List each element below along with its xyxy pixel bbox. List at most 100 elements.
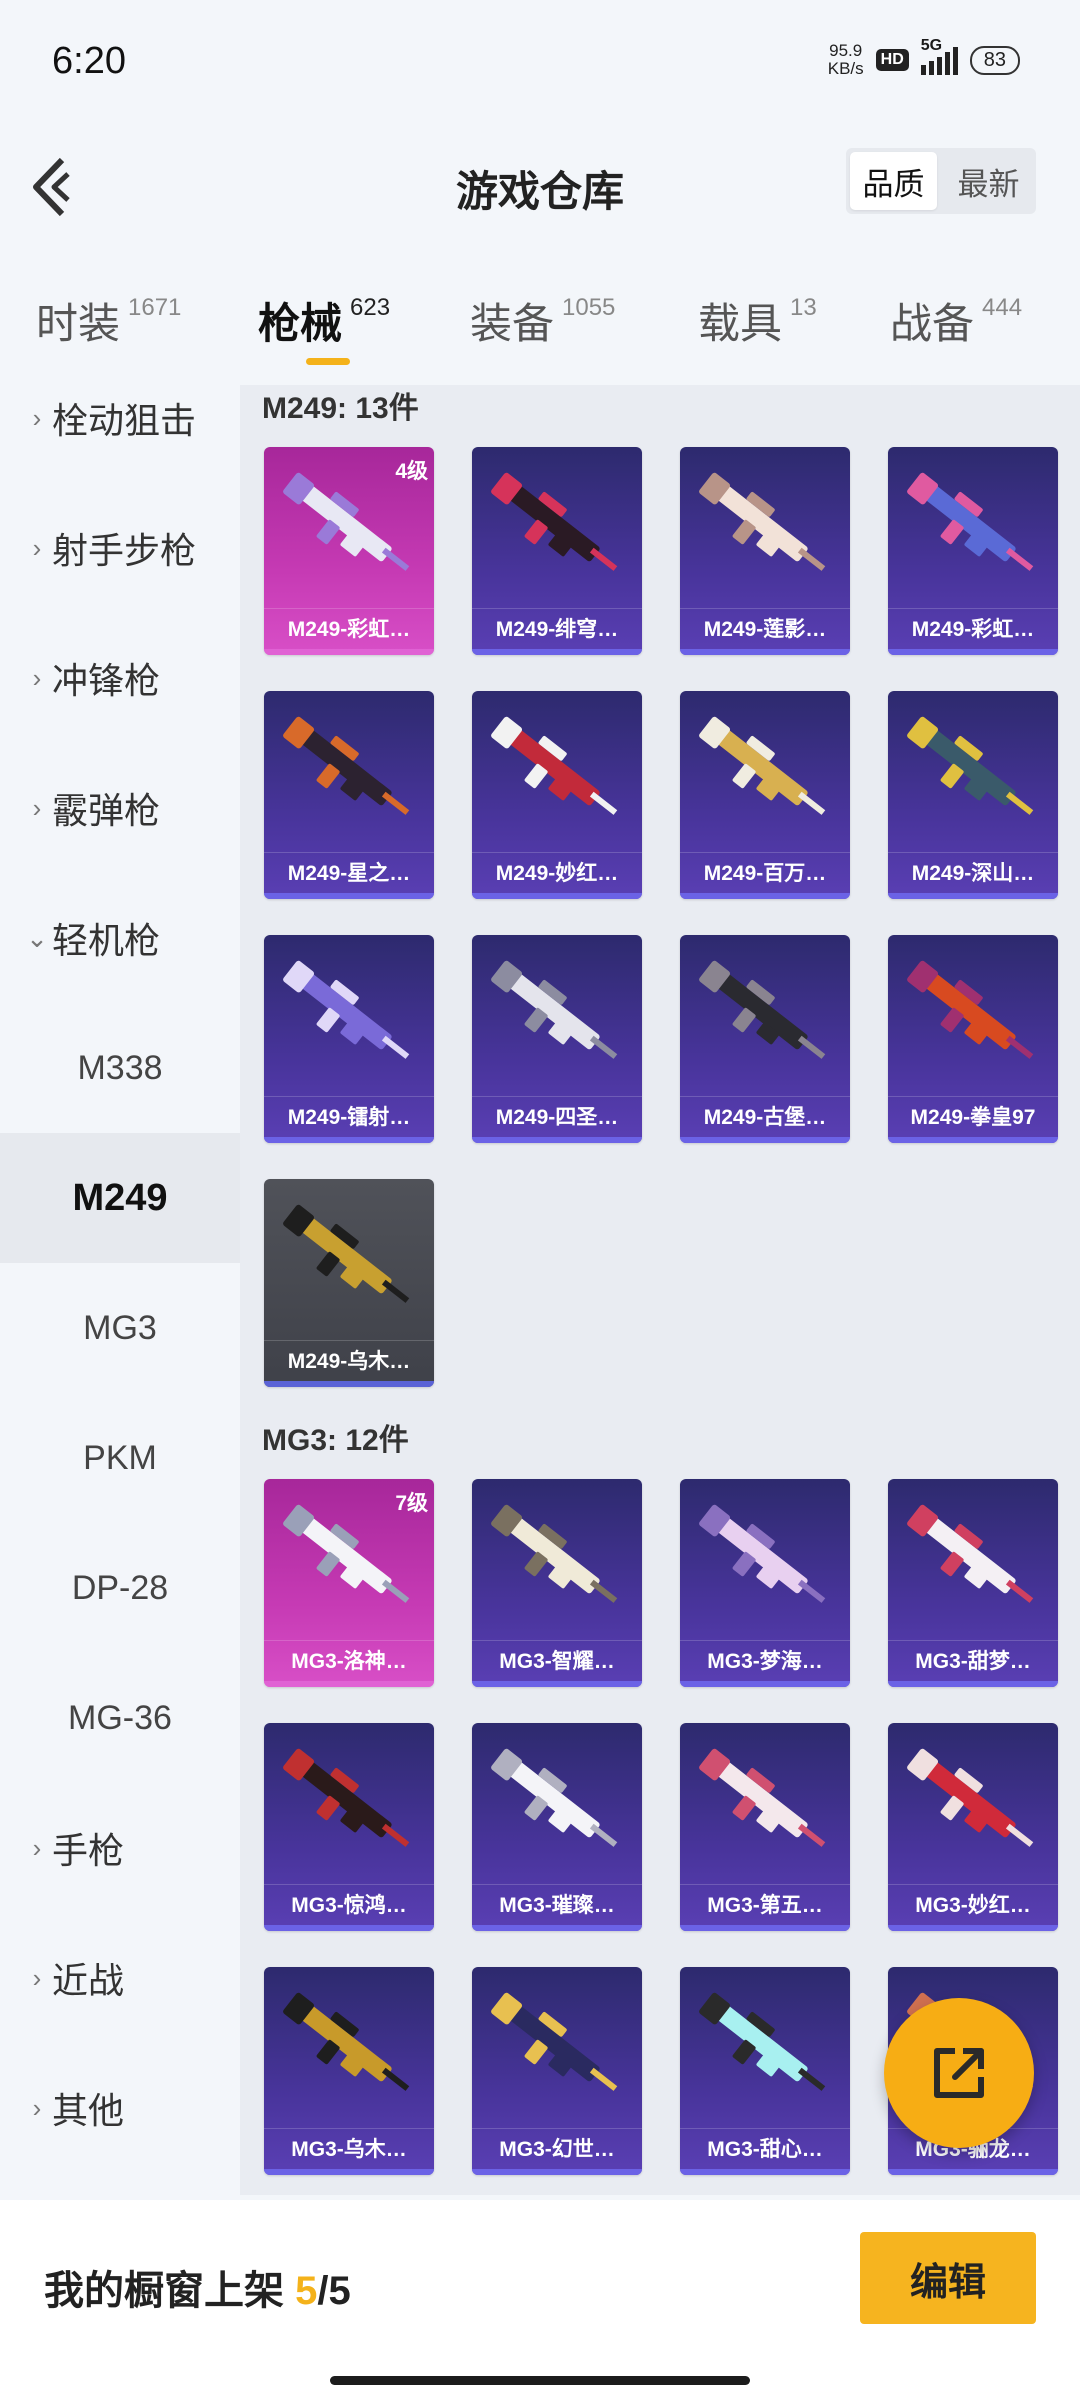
skin-card[interactable]: M249-绯穹… [472,447,642,655]
group-title-mg3: MG3: 12件 [262,1424,409,1457]
skin-name: M249-绯穹… [495,618,619,641]
gun-skin-image [283,1204,410,1303]
sidebar-item-marksman[interactable]: › 射手步枪 [0,483,240,613]
skin-card[interactable]: MG3-甜梦… [888,1479,1058,1687]
rarity-bar [264,893,434,899]
tab-vehicles[interactable]: 载具 13 [698,290,817,351]
gun-skin-image [699,472,826,571]
skin-card[interactable]: MG3-璀璨… [472,1723,642,1931]
skin-card[interactable]: M249-拳皇97 [888,935,1058,1143]
edit-button[interactable]: 编辑 [860,2232,1036,2324]
skin-card[interactable]: M249-古堡… [680,935,850,1143]
skin-card[interactable]: MG3-乌木… [264,1967,434,2175]
rarity-bar [472,1681,642,1687]
sort-quality-button[interactable]: 品质 [850,152,937,210]
sidebar-subitem-mg36[interactable]: MG-36 [0,1653,240,1783]
skin-card[interactable]: M249-彩虹… [888,447,1058,655]
card-divider [680,1640,850,1641]
level-badge: 7级 [395,1492,428,1515]
skin-name: M249-拳皇97 [910,1106,1036,1129]
rarity-bar [680,1137,850,1143]
chevron-right-icon: › [32,1962,42,1993]
skin-name: MG3-妙红… [915,1894,1031,1917]
sidebar-subitem-mg3[interactable]: MG3 [0,1263,240,1393]
skin-card[interactable]: MG3-甜心… [680,1967,850,2175]
tab-fashion[interactable]: 时装 1671 [36,290,181,351]
tab-supplies[interactable]: 战备 444 [890,290,1022,351]
skin-card[interactable]: M249-深山… [888,691,1058,899]
sidebar-item-smg[interactable]: › 冲锋枪 [0,613,240,743]
skin-card[interactable]: M249-妙红… [472,691,642,899]
sidebar-item-shotgun[interactable]: › 霰弹枪 [0,743,240,873]
card-divider [472,608,642,609]
chevron-right-icon: › [32,1832,42,1863]
gun-skin-image [699,960,826,1059]
gun-skin-image [491,960,618,1059]
skin-name: MG3-惊鸿… [291,1894,407,1917]
sidebar-item-melee[interactable]: › 近战 [0,1913,240,2043]
share-external-icon [934,2048,984,2098]
skin-card[interactable]: 4级 M249-彩虹… [264,447,434,655]
active-tab-indicator [306,358,350,365]
rarity-bar [888,649,1058,655]
rarity-bar [680,1925,850,1931]
gun-skin-image [907,960,1034,1059]
skin-name: M249-深山… [911,862,1035,885]
skin-name: M249-彩虹… [911,618,1035,641]
card-divider [472,1884,642,1885]
sidebar-item-other[interactable]: › 其他 [0,2043,240,2173]
chevron-right-icon: › [32,662,42,693]
network-speed: 95.9 KB/s [827,41,864,78]
tab-guns[interactable]: 枪械 623 [258,290,390,351]
skin-name: M249-四圣… [495,1106,619,1129]
sidebar-item-lmg[interactable]: ⌄ 轻机枪 [0,873,240,1003]
rarity-bar [888,1925,1058,1931]
skin-card[interactable]: MG3-妙红… [888,1723,1058,1931]
rarity-bar [472,893,642,899]
rarity-bar [472,2169,642,2175]
sidebar-subitem-dp28[interactable]: DP-28 [0,1523,240,1653]
skin-name: M249-彩虹… [287,618,411,641]
card-divider [472,1096,642,1097]
skin-card[interactable]: M249-镭射… [264,935,434,1143]
status-bar: 6:20 95.9 KB/s HD 5G 83 [0,0,1080,130]
skin-name: MG3-甜梦… [915,1650,1031,1673]
rarity-bar [680,649,850,655]
sidebar-subitem-pkm[interactable]: PKM [0,1393,240,1523]
skin-card[interactable]: MG3-惊鸿… [264,1723,434,1931]
skin-card[interactable]: MG3-第五… [680,1723,850,1931]
skin-card[interactable]: M249-四圣… [472,935,642,1143]
gun-skin-image [491,1992,618,2091]
sort-latest-button[interactable]: 最新 [945,152,1032,210]
tab-equipment[interactable]: 装备 1055 [470,290,615,351]
gun-skin-image [283,960,410,1059]
level-badge: 4级 [395,460,428,483]
skin-card[interactable]: M249-莲影… [680,447,850,655]
rarity-bar [888,2169,1058,2175]
chevron-down-icon: ⌄ [26,922,48,953]
sidebar-item-bolt-sniper[interactable]: › 栓动狙击 [0,353,240,483]
card-divider [264,1096,434,1097]
skin-card[interactable]: MG3-幻世… [472,1967,642,2175]
sort-toggle: 品质 最新 [846,148,1036,214]
card-divider [680,2128,850,2129]
sidebar-subitem-m338[interactable]: M338 [0,1003,240,1133]
card-divider [680,608,850,609]
home-indicator [330,2376,750,2385]
skin-card[interactable]: 7级 MG3-洛神… [264,1479,434,1687]
sidebar-item-pistol[interactable]: › 手枪 [0,1783,240,1913]
skin-name: M249-古堡… [703,1106,827,1129]
skin-name: M249-星之… [287,862,411,885]
gun-skin-image [699,1504,826,1603]
rarity-bar [472,1925,642,1931]
skin-card[interactable]: M249-星之… [264,691,434,899]
gun-skin-image [283,1748,410,1847]
weapon-type-sidebar: › 栓动狙击 › 射手步枪 › 冲锋枪 › 霰弹枪 ⌄ 轻机枪 M338 M249 MG3… [0,385,240,2195]
skin-card[interactable]: MG3-梦海… [680,1479,850,1687]
share-fab[interactable] [884,1998,1034,2148]
skin-card[interactable]: MG3-智耀… [472,1479,642,1687]
skin-card[interactable]: M249-百万… [680,691,850,899]
skin-card[interactable]: M249-乌木… [264,1179,434,1387]
card-divider [888,1640,1058,1641]
sidebar-subitem-m249[interactable]: M249 [0,1133,240,1263]
